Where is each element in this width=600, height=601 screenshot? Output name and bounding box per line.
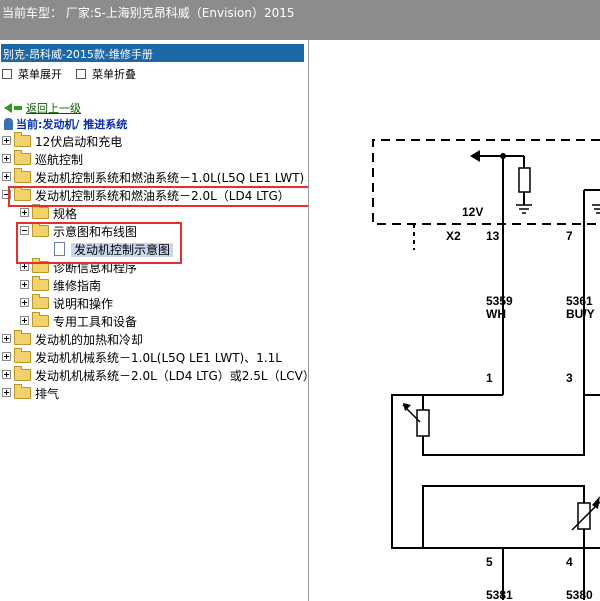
- wire2-color: BU/Y: [566, 307, 595, 321]
- tree-item-engine-control-1-0l[interactable]: 发动机控制系统和燃油系统－1.0L(L5Q LE1 LWT): [2, 168, 305, 187]
- folder-icon: [32, 312, 49, 327]
- wiring-diagram: 12V X2 13 7 5359 WH 5361 BU/Y 1 3 5 4 53…: [372, 139, 600, 601]
- location-icon: [4, 118, 13, 130]
- tree-item-special-tools[interactable]: 专用工具和设备: [20, 312, 138, 331]
- voltage-label: 12V: [462, 205, 483, 219]
- expand-toggle-icon[interactable]: [2, 352, 11, 361]
- tree-item-label: 规格: [53, 207, 78, 221]
- tree-item-label: 说明和操作: [53, 297, 114, 311]
- tree-item-label: 发动机的加热和冷却: [35, 333, 144, 347]
- tree-item-engine-heating-cooling[interactable]: 发动机的加热和冷却: [2, 330, 144, 349]
- expand-toggle-icon[interactable]: [20, 316, 29, 325]
- component-boundary-dashed: [372, 139, 600, 225]
- wire4-circuit: 5380: [566, 588, 593, 601]
- collapse-icon: [76, 69, 86, 79]
- pin-4-label: 4: [566, 555, 573, 569]
- junction-dot: [500, 153, 506, 159]
- wire1-circuit: 5359: [486, 294, 513, 308]
- potentiometer-2: [577, 502, 591, 530]
- highlight-box-engine-control: [8, 186, 308, 207]
- ground-symbol-icon: [516, 204, 532, 214]
- tree-item-12v-starting[interactable]: 12伏启动和充电: [2, 132, 123, 151]
- wire2-circuit: 5361: [566, 294, 593, 308]
- expand-toggle-icon[interactable]: [2, 370, 11, 379]
- tree-item-cruise-control[interactable]: 巡航控制: [2, 150, 84, 169]
- expand-toggle-icon[interactable]: [20, 298, 29, 307]
- folder-icon: [14, 348, 31, 363]
- folder-icon: [14, 168, 31, 183]
- tree-item-exhaust[interactable]: 排气: [2, 384, 60, 403]
- collapse-menu-label: 菜单折叠: [92, 68, 136, 81]
- expand-toggle-icon[interactable]: [2, 136, 11, 145]
- back-link-label: 返回上一级: [26, 102, 81, 115]
- pin-7-label: 7: [566, 229, 573, 243]
- schematic-viewer[interactable]: 12V X2 13 7 5359 WH 5361 BU/Y 1 3 5 4 53…: [310, 40, 600, 601]
- folder-icon: [32, 204, 49, 219]
- potentiometer-1: [416, 409, 430, 437]
- tree-item-repair-guide[interactable]: 维修指南: [20, 276, 102, 295]
- tree-item-specifications[interactable]: 规格: [20, 204, 78, 223]
- title-bar: 当前车型： 厂家:S-上海别克昂科威（Envision）2015: [0, 0, 600, 40]
- folder-icon: [14, 330, 31, 345]
- expand-toggle-icon[interactable]: [2, 388, 11, 397]
- expand-toggle-icon[interactable]: [20, 208, 29, 217]
- back-arrow-icon: [4, 103, 12, 113]
- potentiometer-1-return: [422, 395, 585, 456]
- expand-toggle-icon[interactable]: [2, 154, 11, 163]
- current-path: 当前:发动机/ 推进系统: [16, 118, 128, 131]
- expand-icon: [2, 69, 12, 79]
- tree-item-label: 巡航控制: [35, 153, 84, 167]
- tree-item-label: 专用工具和设备: [53, 315, 138, 329]
- reference-arrow-icon: [470, 150, 480, 162]
- expand-menu-label: 菜单展开: [18, 68, 62, 81]
- pin-3-label: 3: [566, 371, 573, 385]
- tree-item-label: 维修指南: [53, 279, 102, 293]
- wire1-color: WH: [486, 307, 506, 321]
- potentiometer-2-feed: [422, 485, 585, 548]
- wire3-circuit: 5381: [486, 588, 513, 601]
- expand-toggle-icon[interactable]: [2, 334, 11, 343]
- internal-resistor: [518, 167, 531, 193]
- folder-icon: [14, 366, 31, 381]
- tree-item-label: 排气: [35, 387, 60, 401]
- highlight-box-schematics: [16, 222, 182, 264]
- current-location: 当前:发动机/ 推进系统: [4, 116, 127, 132]
- ground-symbol-right-icon: [592, 204, 600, 214]
- tree-item-description-operation[interactable]: 说明和操作: [20, 294, 114, 313]
- manual-header: 别克-昂科威-2015款-维修手册: [1, 44, 304, 62]
- collapse-menu-button[interactable]: 菜单折叠: [76, 66, 136, 82]
- folder-icon: [32, 276, 49, 291]
- folder-icon: [14, 384, 31, 399]
- expand-toggle-icon[interactable]: [20, 280, 29, 289]
- expand-menu-button[interactable]: 菜单展开: [2, 66, 62, 82]
- wiper-arrow-2-icon: [592, 496, 600, 509]
- connector-label: X2: [446, 229, 461, 243]
- tree-item-label: 发动机机械系统－2.0L（LD4 LTG）或2.5L（LCV）: [35, 369, 309, 383]
- manual-title: 别克-昂科威-2015款-维修手册: [3, 48, 153, 61]
- folder-icon: [32, 294, 49, 309]
- back-link[interactable]: 返回上一级: [4, 100, 81, 116]
- pin-13-label: 13: [486, 229, 500, 243]
- tree-item-label: 12伏启动和充电: [35, 135, 123, 149]
- tree-item-engine-mechanical-1-0l[interactable]: 发动机机械系统－1.0L(L5Q LE1 LWT)、1.1L: [2, 348, 282, 367]
- folder-icon: [14, 132, 31, 147]
- expand-toggle-icon[interactable]: [2, 172, 11, 181]
- pin-1-label: 1: [486, 371, 493, 385]
- tree-item-label: 发动机控制系统和燃油系统－1.0L(L5Q LE1 LWT): [35, 171, 305, 185]
- window-title: 当前车型： 厂家:S-上海别克昂科威（Envision）2015: [2, 6, 295, 20]
- tree-item-label: 发动机机械系统－1.0L(L5Q LE1 LWT)、1.1L: [35, 351, 282, 365]
- navigation-pane: 别克-昂科威-2015款-维修手册 菜单展开 菜单折叠 返回上一级 当前:发动机…: [0, 40, 309, 601]
- folder-icon: [14, 150, 31, 165]
- pin-5-label: 5: [486, 555, 493, 569]
- tree-item-engine-mechanical-2-0l[interactable]: 发动机机械系统－2.0L（LD4 LTG）或2.5L（LCV）: [2, 366, 309, 385]
